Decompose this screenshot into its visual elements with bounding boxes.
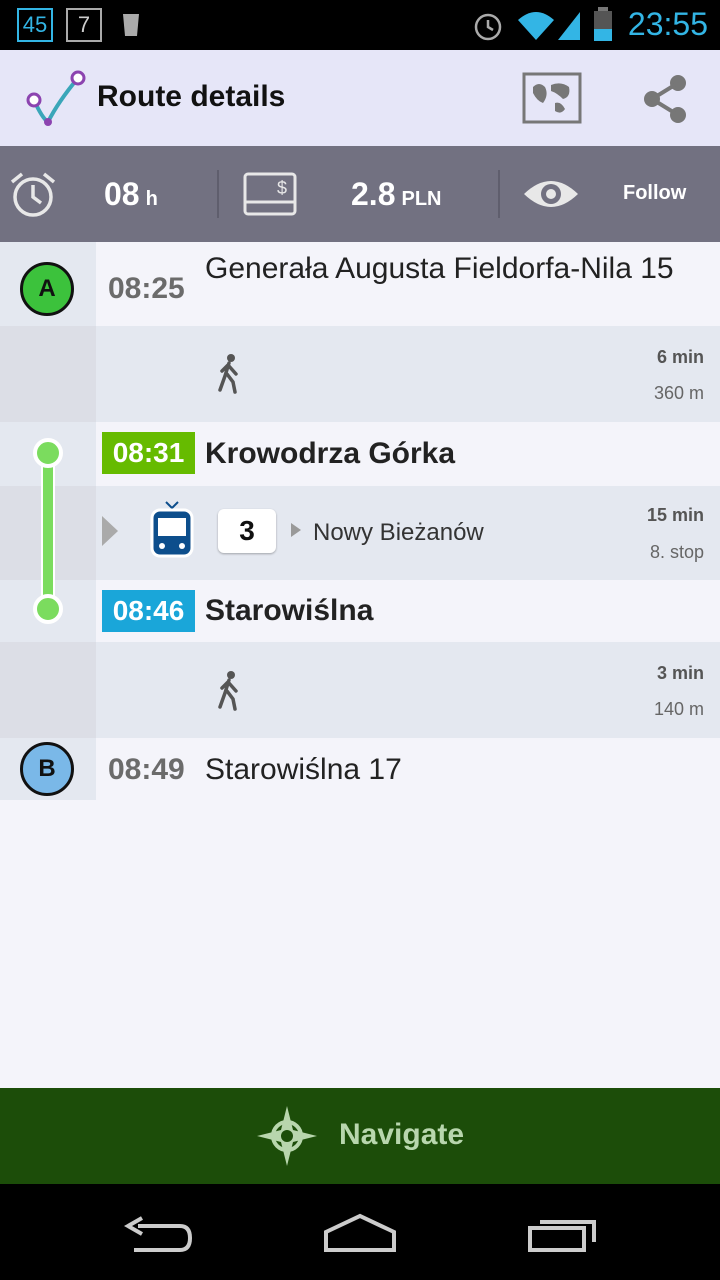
- tram-stops: 8. stop: [649, 542, 704, 562]
- alarm-status-icon: [474, 13, 502, 41]
- follow-button[interactable]: Follow: [623, 182, 686, 205]
- direction-arrow-icon: [291, 523, 301, 537]
- notification-badge: 7: [66, 8, 102, 42]
- route-summary: 08 h $ 2.8 PLN Follow: [0, 146, 720, 242]
- transit-timeline: [31, 436, 65, 626]
- trash-icon: [123, 14, 139, 36]
- divider: [498, 170, 500, 218]
- back-icon[interactable]: [124, 1216, 194, 1252]
- alight-stop: Starowiślna: [205, 594, 374, 627]
- timeline-end-dot: [33, 594, 63, 624]
- board-stop: Krowodrza Górka: [205, 437, 456, 470]
- svg-text:$: $: [277, 178, 287, 198]
- recents-icon[interactable]: [526, 1216, 598, 1252]
- battery-icon: [594, 7, 612, 41]
- walk-row[interactable]: 3 min 140 m: [0, 642, 720, 738]
- board-stop-row[interactable]: 08:31 Krowodrza Górka: [0, 422, 720, 486]
- signal-icon: [558, 12, 580, 40]
- duration-unit: h: [145, 188, 158, 210]
- system-navigation-bar: [0, 1184, 720, 1280]
- wifi-icon: [518, 12, 554, 40]
- route-end-row[interactable]: B 08:49 Starowiślna 17: [0, 738, 720, 800]
- expand-arrow-icon[interactable]: [100, 514, 120, 548]
- ticket-icon[interactable]: $: [243, 170, 297, 218]
- cost-value: 2.8 PLN: [351, 176, 442, 212]
- route-start-row[interactable]: A 08:25 Generała Augusta Fieldorfa-Nila …: [0, 242, 720, 326]
- tram-duration: 15 min: [646, 505, 704, 525]
- navigate-label: Navigate: [339, 1118, 465, 1151]
- alarm-clock-icon[interactable]: [8, 170, 58, 220]
- map-icon[interactable]: [521, 71, 583, 125]
- alight-stop-row[interactable]: 08:46 Starowiślna: [0, 580, 720, 642]
- walk-duration: 3 min: [656, 663, 704, 683]
- walk-icon: [218, 671, 238, 711]
- timeline-start-dot: [33, 438, 63, 468]
- start-marker: A: [20, 262, 74, 316]
- duration-value: 08 h: [104, 176, 158, 212]
- end-time: 08:49: [108, 753, 185, 786]
- timeline-gutter: [0, 642, 96, 738]
- board-time: 08:31: [102, 432, 195, 474]
- walk-row[interactable]: 6 min 360 m: [0, 326, 720, 422]
- alight-time: 08:46: [102, 590, 195, 632]
- walk-icon: [218, 354, 238, 394]
- divider: [217, 170, 219, 218]
- tram-leg-row[interactable]: 3 Nowy Bieżanów 15 min 8. stop: [0, 486, 720, 580]
- app-bar: Route details: [0, 50, 720, 146]
- timeline-gutter: [0, 326, 96, 422]
- page-title: Route details: [97, 80, 286, 113]
- end-marker: B: [20, 742, 74, 796]
- home-icon[interactable]: [322, 1212, 398, 1252]
- notification-badge: 45: [17, 8, 53, 42]
- walk-distance: 140 m: [653, 699, 704, 719]
- status-bar: 45 7 23:55: [0, 0, 720, 50]
- walk-duration: 6 min: [656, 347, 704, 367]
- clock: 23:55: [627, 6, 708, 42]
- start-time: 08:25: [108, 272, 185, 305]
- route-logo-icon[interactable]: [24, 68, 88, 130]
- walk-distance: 360 m: [653, 383, 704, 403]
- start-place: Generała Augusta Fieldorfa-Nila 15: [205, 252, 674, 285]
- navigate-button[interactable]: Navigate: [0, 1088, 720, 1184]
- share-icon[interactable]: [640, 73, 690, 125]
- tram-line-badge: 3: [218, 509, 276, 553]
- eye-icon[interactable]: [522, 174, 580, 214]
- cost-unit: PLN: [401, 188, 442, 210]
- tram-icon: [150, 501, 194, 558]
- compass-icon: [257, 1106, 317, 1166]
- tram-direction: Nowy Bieżanów: [313, 519, 484, 546]
- end-place: Starowiślna 17: [205, 753, 402, 786]
